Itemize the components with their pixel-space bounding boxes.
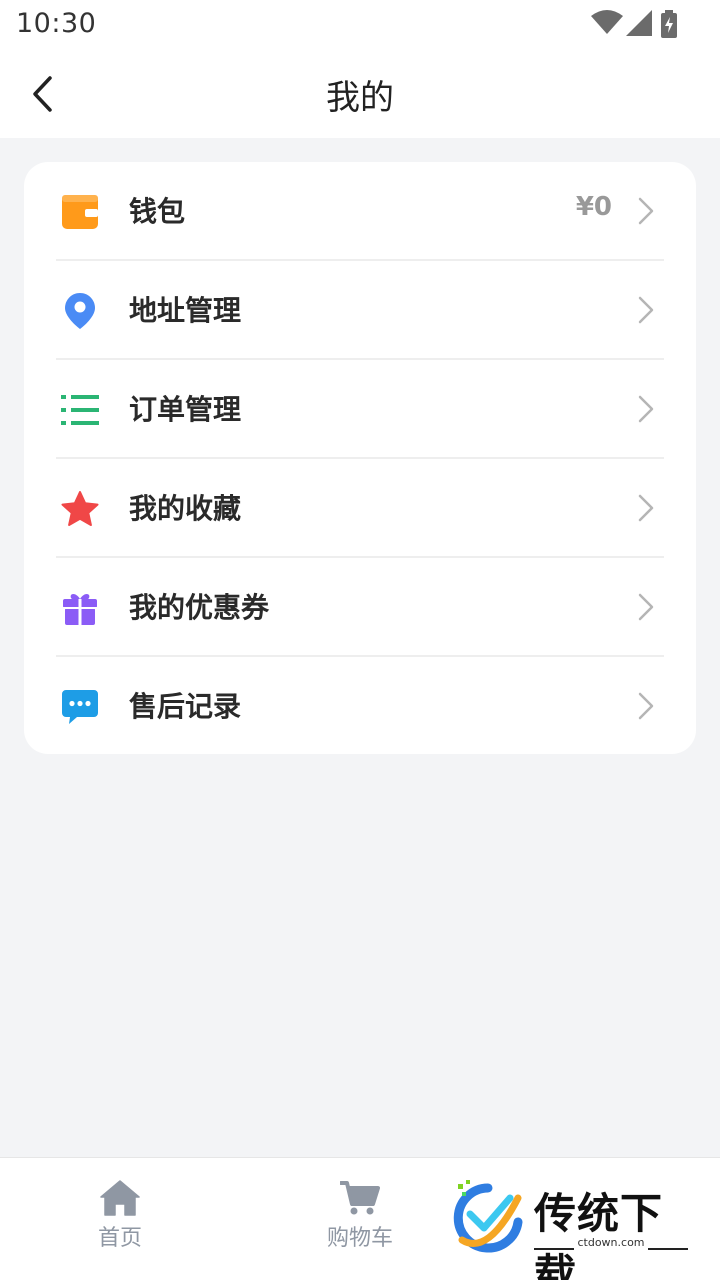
menu-item-orders[interactable]: 订单管理 bbox=[56, 360, 664, 459]
list-icon bbox=[60, 390, 100, 430]
location-pin-icon bbox=[60, 291, 100, 331]
watermark-rule bbox=[648, 1248, 688, 1250]
page-title: 我的 bbox=[326, 78, 394, 118]
tab-label: 首页 bbox=[97, 1226, 142, 1251]
menu-item-label: 售后记录 bbox=[129, 690, 242, 723]
menu-item-address[interactable]: 地址管理 bbox=[56, 261, 664, 360]
menu-item-label: 地址管理 bbox=[129, 294, 242, 327]
signal-icon bbox=[626, 10, 652, 36]
menu-item-favorites[interactable]: 我的收藏 bbox=[56, 459, 664, 558]
cart-icon bbox=[340, 1181, 380, 1215]
gift-icon bbox=[60, 588, 100, 628]
menu-item-coupons[interactable]: 我的优惠券 bbox=[56, 558, 664, 657]
menu-item-label: 我的收藏 bbox=[129, 492, 242, 525]
tab-cart[interactable]: 购物车 bbox=[300, 1180, 420, 1260]
status-time: 10:30 bbox=[16, 8, 97, 39]
menu-item-wallet[interactable]: 钱包 ¥0 bbox=[56, 162, 664, 261]
menu-item-after-sales[interactable]: 售后记录 bbox=[56, 657, 664, 756]
menu-card: 钱包 ¥0 地址管理 订单管理 我的收藏 我的优惠券 售后记录 bbox=[24, 162, 696, 754]
chevron-right-icon bbox=[638, 593, 654, 621]
wifi-icon bbox=[591, 10, 623, 34]
chevron-right-icon bbox=[638, 395, 654, 423]
menu-item-label: 订单管理 bbox=[129, 393, 242, 426]
chevron-right-icon bbox=[638, 692, 654, 720]
watermark-logo: 传统下载 ctdown.com bbox=[448, 1178, 698, 1280]
menu-item-label: 钱包 bbox=[129, 195, 186, 228]
chevron-right-icon bbox=[638, 296, 654, 324]
battery-icon bbox=[661, 10, 677, 38]
star-icon bbox=[60, 489, 100, 529]
tab-home[interactable]: 首页 bbox=[60, 1180, 180, 1260]
wallet-icon bbox=[60, 192, 100, 232]
menu-item-label: 我的优惠券 bbox=[129, 591, 270, 624]
chat-bubble-icon bbox=[60, 687, 100, 727]
logo-mark-icon bbox=[453, 1180, 523, 1253]
chevron-right-icon bbox=[638, 494, 654, 522]
watermark-text: 传统下载 bbox=[534, 1189, 664, 1280]
status-bar: 10:30 bbox=[0, 0, 720, 50]
chevron-right-icon bbox=[638, 197, 654, 225]
wallet-balance: ¥0 bbox=[575, 192, 612, 222]
header: 我的 bbox=[0, 50, 720, 138]
tab-label: 购物车 bbox=[326, 1226, 393, 1251]
home-icon bbox=[100, 1180, 140, 1216]
